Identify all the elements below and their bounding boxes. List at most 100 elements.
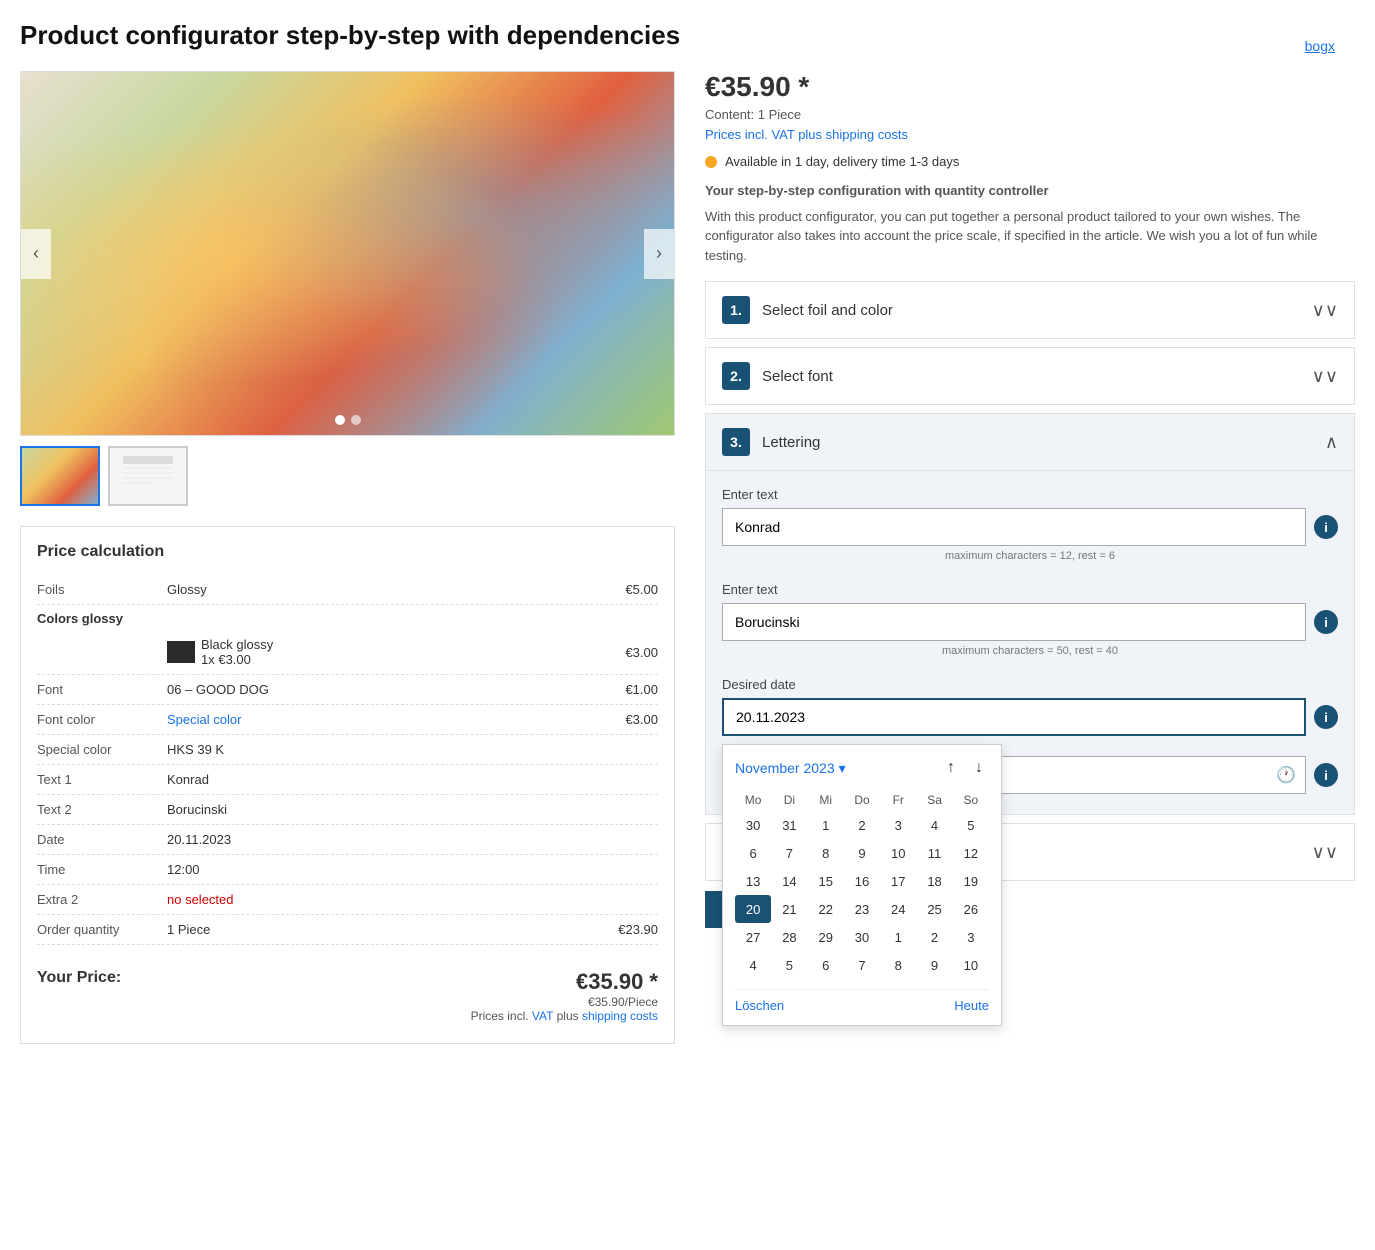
text-field-1-group: Enter text i maximum characters = 12, re… [722, 487, 1338, 562]
calendar-day[interactable]: 7 [771, 839, 807, 867]
calendar-day[interactable]: 14 [771, 867, 807, 895]
calendar-day[interactable]: 17 [880, 867, 916, 895]
calendar-day[interactable]: 9 [844, 839, 880, 867]
row-amount: €1.00 [598, 682, 658, 697]
row-amount: €3.00 [598, 645, 658, 660]
calendar-day[interactable]: 9 [916, 951, 952, 979]
step-2-header[interactable]: 2. Select font ∨ [706, 348, 1354, 404]
calendar-day[interactable]: 25 [916, 895, 952, 923]
step-2-title: Select font [762, 368, 833, 385]
config-step-1: 1. Select foil and color ∨ [705, 281, 1355, 339]
swatch-text: Black glossy1x €3.00 [201, 637, 273, 667]
row-value: Black glossy1x €3.00 [157, 637, 598, 667]
shipping-link[interactable]: Prices incl. VAT plus shipping costs [705, 127, 908, 142]
step-1-chevron: ∨ [1312, 300, 1338, 321]
text-field-1-info-icon[interactable]: i [1314, 515, 1338, 539]
calendar-day[interactable]: 6 [808, 951, 844, 979]
calendar-day[interactable]: 27 [735, 923, 771, 951]
calendar-day[interactable]: 2 [916, 923, 952, 951]
date-info-icon[interactable]: i [1314, 705, 1338, 729]
carousel-next-button[interactable]: › [644, 229, 674, 279]
row-label: Order quantity [37, 922, 157, 937]
calendar-day[interactable]: 30 [844, 923, 880, 951]
calendar-day[interactable]: 4 [735, 951, 771, 979]
calendar-dropdown-icon: ▾ [839, 760, 846, 777]
weekday-header: Do [844, 789, 880, 811]
calendar-day[interactable]: 7 [844, 951, 880, 979]
step-2-number: 2. [722, 362, 750, 390]
step-1-header[interactable]: 1. Select foil and color ∨ [706, 282, 1354, 338]
calendar-today-button[interactable]: Heute [954, 998, 989, 1013]
row-value: 12:00 [157, 862, 598, 877]
text-field-2-hint: maximum characters = 50, rest = 40 [722, 645, 1338, 657]
calendar-day[interactable]: 10 [953, 951, 989, 979]
row-label: Font color [37, 712, 157, 727]
calendar-day[interactable]: 12 [953, 839, 989, 867]
weekday-header: Sa [916, 789, 952, 811]
your-price-vat: Prices incl. VAT plus shipping costs [471, 1009, 658, 1023]
row-label: Extra 2 [37, 892, 157, 907]
calendar-day[interactable]: 3 [880, 811, 916, 839]
text-field-2-info-icon[interactable]: i [1314, 610, 1338, 634]
calendar-day[interactable]: 8 [880, 951, 916, 979]
date-input[interactable] [722, 698, 1306, 736]
table-row: Time 12:00 [37, 855, 658, 885]
text-input-1[interactable] [722, 508, 1306, 546]
calendar-day[interactable]: 13 [735, 867, 771, 895]
page-title: Product configurator step-by-step with d… [20, 20, 1355, 51]
calendar-day[interactable]: 31 [771, 811, 807, 839]
calendar-day[interactable]: 10 [880, 839, 916, 867]
thumbnail-list [20, 446, 675, 506]
weekday-header: Mo [735, 789, 771, 811]
calendar-day[interactable]: 5 [771, 951, 807, 979]
calendar-next-button[interactable]: ↓ [969, 757, 989, 779]
color-swatch-box [167, 641, 195, 663]
calendar-day[interactable]: 28 [771, 923, 807, 951]
calendar-day[interactable]: 29 [808, 923, 844, 951]
calendar-day[interactable]: 16 [844, 867, 880, 895]
calendar-day[interactable]: 19 [953, 867, 989, 895]
calendar-day[interactable]: 11 [916, 839, 952, 867]
top-link[interactable]: bogx [1305, 38, 1335, 54]
row-label: Time [37, 862, 157, 877]
date-field-label: Desired date [722, 677, 1338, 692]
calendar-delete-button[interactable]: Löschen [735, 998, 784, 1013]
calendar-day[interactable]: 1 [808, 811, 844, 839]
row-amount: €23.90 [598, 922, 658, 937]
calendar-day[interactable]: 26 [953, 895, 989, 923]
step-1-number: 1. [722, 296, 750, 324]
calendar-day[interactable]: 18 [916, 867, 952, 895]
calendar-day[interactable]: 4 [916, 811, 952, 839]
step-5-chevron: ∨ [1312, 842, 1338, 863]
calendar-day[interactable]: 23 [844, 895, 880, 923]
weekday-header: Fr [880, 789, 916, 811]
calendar-day[interactable]: 8 [808, 839, 844, 867]
calendar-prev-button[interactable]: ↑ [941, 757, 961, 779]
calendar-month-button[interactable]: November 2023 ▾ [735, 760, 846, 777]
calendar-day[interactable]: 22 [808, 895, 844, 923]
time-info-icon[interactable]: i [1314, 763, 1338, 787]
row-value: Konrad [157, 772, 598, 787]
text-input-2[interactable] [722, 603, 1306, 641]
price-calc-title: Price calculation [37, 543, 658, 561]
calendar-day[interactable]: 30 [735, 811, 771, 839]
carousel-prev-button[interactable]: ‹ [21, 229, 51, 279]
your-price-main: €35.90 * [471, 969, 658, 995]
calendar-day[interactable]: 5 [953, 811, 989, 839]
step-2-chevron: ∨ [1312, 366, 1338, 387]
clock-icon: 🕐 [1276, 765, 1296, 785]
calendar-today[interactable]: 20 [735, 895, 771, 923]
date-field-group: Desired date i November 2023 ▾ [722, 677, 1338, 736]
thumbnail-2[interactable] [108, 446, 188, 506]
calendar-day[interactable]: 21 [771, 895, 807, 923]
calendar-day[interactable]: 24 [880, 895, 916, 923]
carousel-dot [335, 415, 345, 425]
calendar-day[interactable]: 15 [808, 867, 844, 895]
calendar-day[interactable]: 3 [953, 923, 989, 951]
calendar-day[interactable]: 6 [735, 839, 771, 867]
calendar-grid: Mo Di Mi Do Fr Sa So [735, 789, 989, 979]
step-3-header[interactable]: 3. Lettering ∧ [706, 414, 1354, 470]
calendar-day[interactable]: 2 [844, 811, 880, 839]
thumbnail-1[interactable] [20, 446, 100, 506]
calendar-day[interactable]: 1 [880, 923, 916, 951]
